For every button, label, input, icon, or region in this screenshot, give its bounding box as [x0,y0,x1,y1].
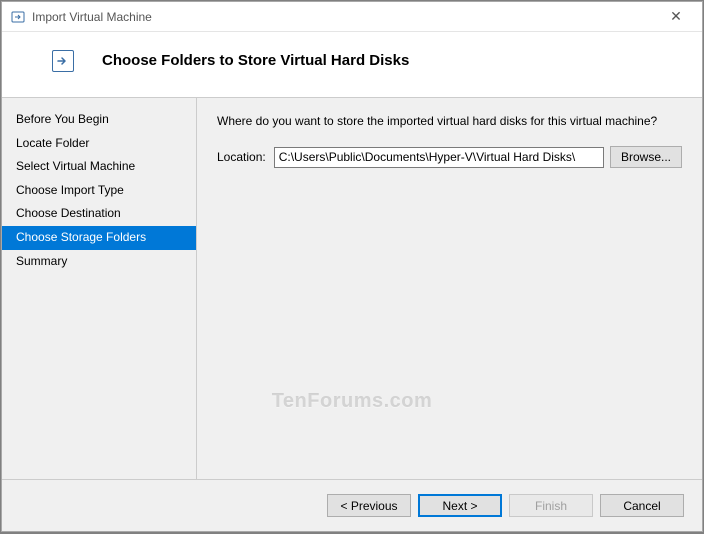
step-choose-destination[interactable]: Choose Destination [2,202,196,226]
import-icon [52,50,74,72]
step-summary[interactable]: Summary [2,250,196,274]
close-button[interactable]: ✕ [654,3,698,31]
cancel-button[interactable]: Cancel [600,494,684,517]
wizard-footer: < Previous Next > Finish Cancel [2,479,702,531]
wizard-window: Import Virtual Machine ✕ Choose Folders … [1,1,703,532]
step-locate-folder[interactable]: Locate Folder [2,132,196,156]
previous-button[interactable]: < Previous [327,494,411,517]
window-title: Import Virtual Machine [32,10,654,24]
app-icon [10,9,26,25]
wizard-steps-sidebar: Before You Begin Locate Folder Select Vi… [2,98,197,479]
wizard-body: Before You Begin Locate Folder Select Vi… [2,98,702,479]
location-row: Location: Browse... [217,146,682,168]
titlebar: Import Virtual Machine ✕ [2,2,702,32]
location-input[interactable] [274,147,604,168]
wizard-content: Where do you want to store the imported … [197,98,702,479]
step-choose-storage-folders[interactable]: Choose Storage Folders [2,226,196,250]
step-before-you-begin[interactable]: Before You Begin [2,108,196,132]
finish-button: Finish [509,494,593,517]
next-button[interactable]: Next > [418,494,502,517]
prompt-text: Where do you want to store the imported … [217,114,682,128]
step-choose-import-type[interactable]: Choose Import Type [2,179,196,203]
wizard-header: Choose Folders to Store Virtual Hard Dis… [2,32,702,98]
page-title: Choose Folders to Store Virtual Hard Dis… [102,52,409,69]
location-label: Location: [217,150,266,164]
step-select-virtual-machine[interactable]: Select Virtual Machine [2,155,196,179]
browse-button[interactable]: Browse... [610,146,682,168]
